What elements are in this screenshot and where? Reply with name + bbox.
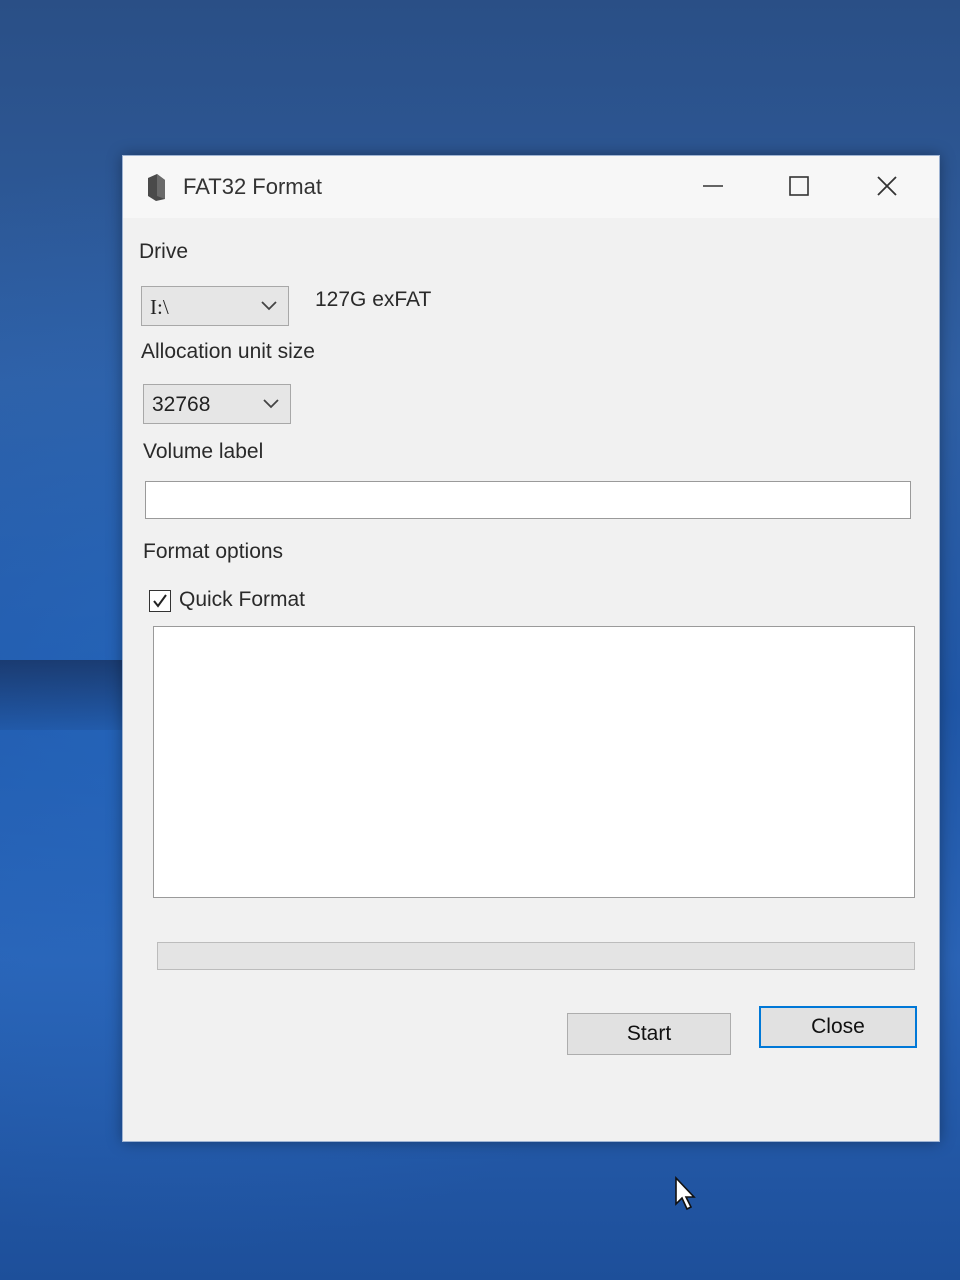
close-icon: [876, 175, 898, 202]
maximize-button[interactable]: [779, 170, 819, 206]
desktop-background-streak: [0, 660, 140, 730]
close-window-button[interactable]: [867, 170, 907, 206]
chevron-down-icon: [260, 299, 278, 318]
close-button[interactable]: Close: [759, 1006, 917, 1048]
app-drive-icon: [145, 172, 167, 202]
minimize-icon: [702, 175, 724, 202]
drive-select[interactable]: I:\: [141, 286, 289, 326]
start-button[interactable]: Start: [567, 1013, 731, 1055]
drive-info: 127G exFAT: [315, 288, 432, 311]
drive-label: Drive: [139, 240, 189, 263]
progress-bar: [157, 942, 915, 970]
allocation-unit-select[interactable]: 32768: [143, 384, 291, 424]
format-options-label: Format options: [143, 540, 284, 563]
quick-format-checkbox[interactable]: [149, 590, 171, 612]
drive-select-value: I:\: [150, 295, 169, 319]
maximize-icon: [788, 175, 810, 202]
mouse-cursor-icon: [674, 1175, 698, 1217]
volume-label-input[interactable]: [145, 481, 911, 519]
fat32-format-window: FAT32 Format Drive I:\ 127G exFAT Alloca…: [122, 155, 940, 1142]
window-title: FAT32 Format: [183, 174, 322, 199]
volume-label-label: Volume label: [143, 440, 264, 463]
quick-format-label[interactable]: Quick Format: [179, 588, 305, 612]
allocation-unit-value: 32768: [152, 393, 211, 416]
title-bar[interactable]: FAT32 Format: [123, 156, 939, 218]
chevron-down-icon: [262, 397, 280, 416]
checkmark-icon: [151, 592, 169, 615]
minimize-button[interactable]: [693, 170, 733, 206]
status-log-area[interactable]: [153, 626, 915, 898]
allocation-unit-label: Allocation unit size: [141, 340, 315, 363]
